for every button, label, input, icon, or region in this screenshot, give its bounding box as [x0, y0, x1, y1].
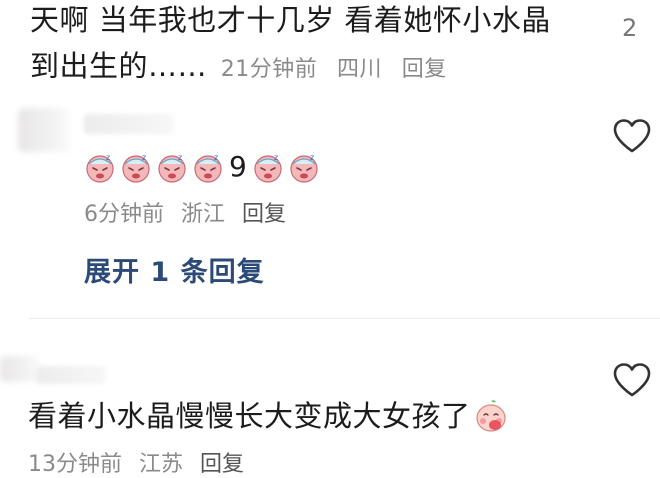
username[interactable]: [84, 114, 174, 134]
comment-meta: 6分钟前 浙江 回复: [84, 196, 286, 228]
comment-text-body: 看着小水晶慢慢长大变成大女孩了: [28, 399, 471, 433]
like-button[interactable]: [612, 118, 652, 154]
comment-location: 江苏: [139, 452, 184, 477]
comment-location: 浙江: [181, 202, 226, 227]
sleepy-face-emoji-icon: z: [158, 153, 186, 183]
comment-text-line-1: 天啊 当年我也才十几岁 看着她怀小水晶: [30, 3, 551, 37]
comment-text-line-2: 到出生的…… 21分钟前 四川 回复: [30, 48, 447, 88]
comment-time: 6分钟前: [84, 202, 164, 227]
svg-text:z: z: [310, 153, 314, 162]
heart-icon: [613, 363, 651, 397]
comment-location: 四川: [336, 57, 382, 82]
reply-button[interactable]: 回复: [242, 202, 286, 227]
comment-time: 13分钟前: [28, 452, 122, 477]
heart-icon: [613, 119, 651, 153]
emoji-row: z z z z 9 z z: [84, 150, 320, 183]
sleepy-face-emoji-icon: z: [86, 153, 114, 183]
comment-meta: 13分钟前 江苏 回复: [28, 446, 244, 478]
username[interactable]: [36, 366, 106, 384]
like-count: 2: [622, 14, 638, 42]
svg-text:z: z: [178, 153, 182, 162]
like-button[interactable]: [612, 362, 652, 398]
shy-face-emoji-icon: [475, 400, 506, 432]
divider: [28, 318, 660, 319]
svg-text:z: z: [214, 153, 218, 162]
reply-button[interactable]: 回复: [200, 452, 244, 477]
avatar[interactable]: [18, 108, 70, 152]
sleepy-face-emoji-icon: z: [194, 153, 222, 183]
expand-replies-button[interactable]: 展开 1 条回复: [84, 250, 265, 289]
reply-button[interactable]: 回复: [402, 57, 447, 82]
comment-text-continuation: 到出生的……: [30, 49, 208, 83]
sleepy-face-emoji-icon: z: [122, 153, 150, 183]
sleepy-face-emoji-icon: z: [254, 153, 282, 183]
emoji-digit: 9: [229, 150, 247, 183]
comment-time: 21分钟前: [220, 57, 318, 82]
svg-text:z: z: [142, 153, 146, 162]
avatar[interactable]: [0, 356, 40, 382]
svg-text:z: z: [274, 153, 278, 162]
sleepy-face-emoji-icon: z: [290, 153, 318, 183]
comment-text: 看着小水晶慢慢长大变成大女孩了: [28, 398, 509, 434]
svg-text:z: z: [106, 153, 110, 162]
